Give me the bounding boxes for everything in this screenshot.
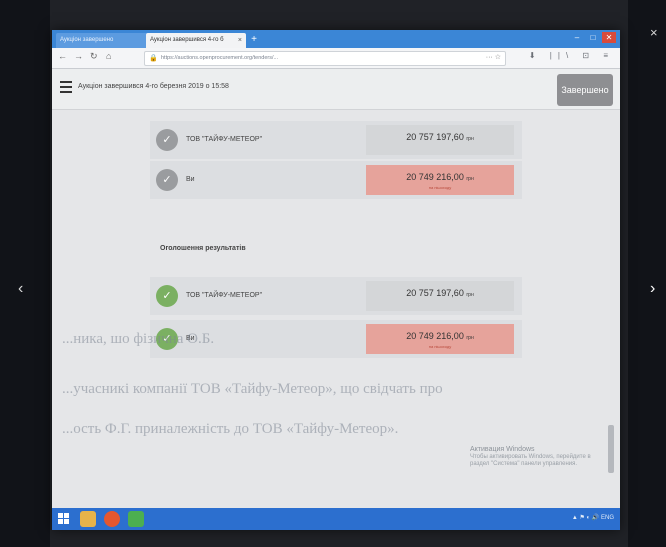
- system-tray[interactable]: ▲ ⚑ ◐ 🔊 ENG: [572, 514, 614, 521]
- bid-amount-box: 20 749 216,00 грн на пішоходу: [366, 165, 514, 195]
- auction-status-text: Аукціон завершився 4-го березня 2019 о 1…: [78, 83, 229, 90]
- bid-amount: 20 757 197,60 грн: [366, 288, 514, 298]
- bidder-name: Ви: [186, 176, 195, 183]
- close-viewer-button[interactable]: ×: [650, 25, 658, 40]
- auction-header: Аукціон завершився 4-го березня 2019 о 1…: [52, 69, 620, 110]
- close-tab-icon[interactable]: ×: [238, 33, 242, 48]
- bid-amount: 20 757 197,60 грн: [366, 132, 514, 142]
- back-icon[interactable]: ←: [58, 51, 67, 61]
- currency: грн: [466, 292, 474, 298]
- bid-amount: 20 749 216,00 грн: [366, 172, 514, 182]
- windows-activation-notice: Активация Windows Чтобы активировать Win…: [470, 446, 600, 468]
- amount-value: 20 749 216,00: [406, 331, 464, 341]
- bid-amount: 20 749 216,00 грн: [366, 331, 514, 341]
- tab-label: Аукціон завершився 4-го б: [150, 37, 224, 43]
- toolbar-icons[interactable]: ⬇ ||\ ⊡ ≡: [529, 51, 614, 60]
- scrollbar-thumb[interactable]: [608, 425, 614, 473]
- bid-note: на пішоходу: [428, 185, 452, 190]
- bid-row: ✓ ТОВ "ТАЙФУ-МЕТЕОР" 20 757 197,60 грн: [150, 277, 522, 315]
- bid-amount-box: 20 749 216,00 грн на пішоходу: [366, 324, 514, 354]
- bidder-name: ТОВ "ТАЙФУ-МЕТЕОР": [186, 136, 263, 143]
- previous-photo-button[interactable]: ‹: [18, 280, 23, 298]
- window-controls: – □ ✕: [570, 32, 616, 43]
- amount-value: 20 757 197,60: [406, 288, 464, 298]
- browser-tab-2[interactable]: Аукціон завершився 4-го б ×: [146, 33, 246, 48]
- browser-tab-strip: Аукціон завершено Аукціон завершився 4-г…: [52, 30, 620, 48]
- bid-amount-box: 20 757 197,60 грн: [366, 281, 514, 311]
- bid-row: ✓ Ви 20 749 216,00 грн на пішоходу: [150, 161, 522, 199]
- activation-text: Чтобы активировать Windows, перейдите в …: [470, 454, 591, 467]
- check-circle-icon: ✓: [156, 285, 178, 307]
- minimize-button[interactable]: –: [570, 32, 584, 43]
- currency: грн: [466, 335, 474, 341]
- hamburger-menu-icon[interactable]: [60, 81, 72, 93]
- bid-amount-box: 20 757 197,60 грн: [366, 125, 514, 155]
- currency: грн: [466, 176, 474, 182]
- new-tab-button[interactable]: +: [246, 33, 262, 47]
- overlay-document-line: ...ника, шо фізична О.Б.: [62, 331, 215, 347]
- browser-tab-1[interactable]: Аукціон завершено: [56, 33, 148, 48]
- address-bar[interactable]: 🔒 https://auctions.openprocurement.org/t…: [144, 51, 506, 66]
- amount-value: 20 749 216,00: [406, 172, 464, 182]
- photo-of-screen: Аукціон завершено Аукціон завершився 4-г…: [52, 30, 620, 530]
- firefox-icon[interactable]: [104, 511, 120, 527]
- close-window-button[interactable]: ✕: [602, 32, 616, 43]
- bid-note: на пішоходу: [428, 344, 452, 349]
- windows-taskbar: ▲ ⚑ ◐ 🔊 ENG: [52, 508, 620, 530]
- file-explorer-icon[interactable]: [80, 511, 96, 527]
- tab-label: Аукціон завершено: [60, 37, 114, 43]
- next-photo-button[interactable]: ›: [650, 280, 655, 298]
- lock-icon: 🔒: [149, 55, 158, 62]
- gallery-left-panel: [0, 0, 50, 547]
- forward-icon[interactable]: →: [74, 51, 83, 61]
- maximize-button[interactable]: □: [586, 32, 600, 43]
- reload-icon[interactable]: ↻: [90, 51, 98, 62]
- overlay-document-line: ...ость Ф.Г. приналежність до ТОВ «Тайфу…: [62, 421, 399, 437]
- bidder-name: ТОВ "ТАЙФУ-МЕТЕОР": [186, 292, 263, 299]
- home-icon[interactable]: ⌂: [106, 51, 111, 61]
- overlay-document-line: ...учасникі компанії ТОВ «Тайфу-Метеор»,…: [62, 381, 443, 397]
- app-icon[interactable]: [128, 511, 144, 527]
- browser-nav-bar: ← → ↻ ⌂ 🔒 https://auctions.openprocureme…: [52, 48, 620, 69]
- activation-title: Активация Windows: [470, 446, 535, 453]
- currency: грн: [466, 136, 474, 142]
- results-title: Оголошення результатів: [160, 245, 246, 252]
- bookmark-star-icon[interactable]: ··· ☆: [486, 53, 501, 61]
- amount-value: 20 757 197,60: [406, 132, 464, 142]
- check-circle-icon: ✓: [156, 129, 178, 151]
- windows-start-icon[interactable]: [58, 513, 70, 525]
- url-text: https://auctions.openprocurement.org/ten…: [161, 55, 279, 61]
- page-content: Аукціон завершився 4-го березня 2019 о 1…: [52, 69, 620, 509]
- bid-row: ✓ ТОВ "ТАЙФУ-МЕТЕОР" 20 757 197,60 грн: [150, 121, 522, 159]
- gallery-right-panel: [628, 0, 666, 547]
- finished-button[interactable]: Завершено: [557, 74, 613, 106]
- check-circle-icon: ✓: [156, 169, 178, 191]
